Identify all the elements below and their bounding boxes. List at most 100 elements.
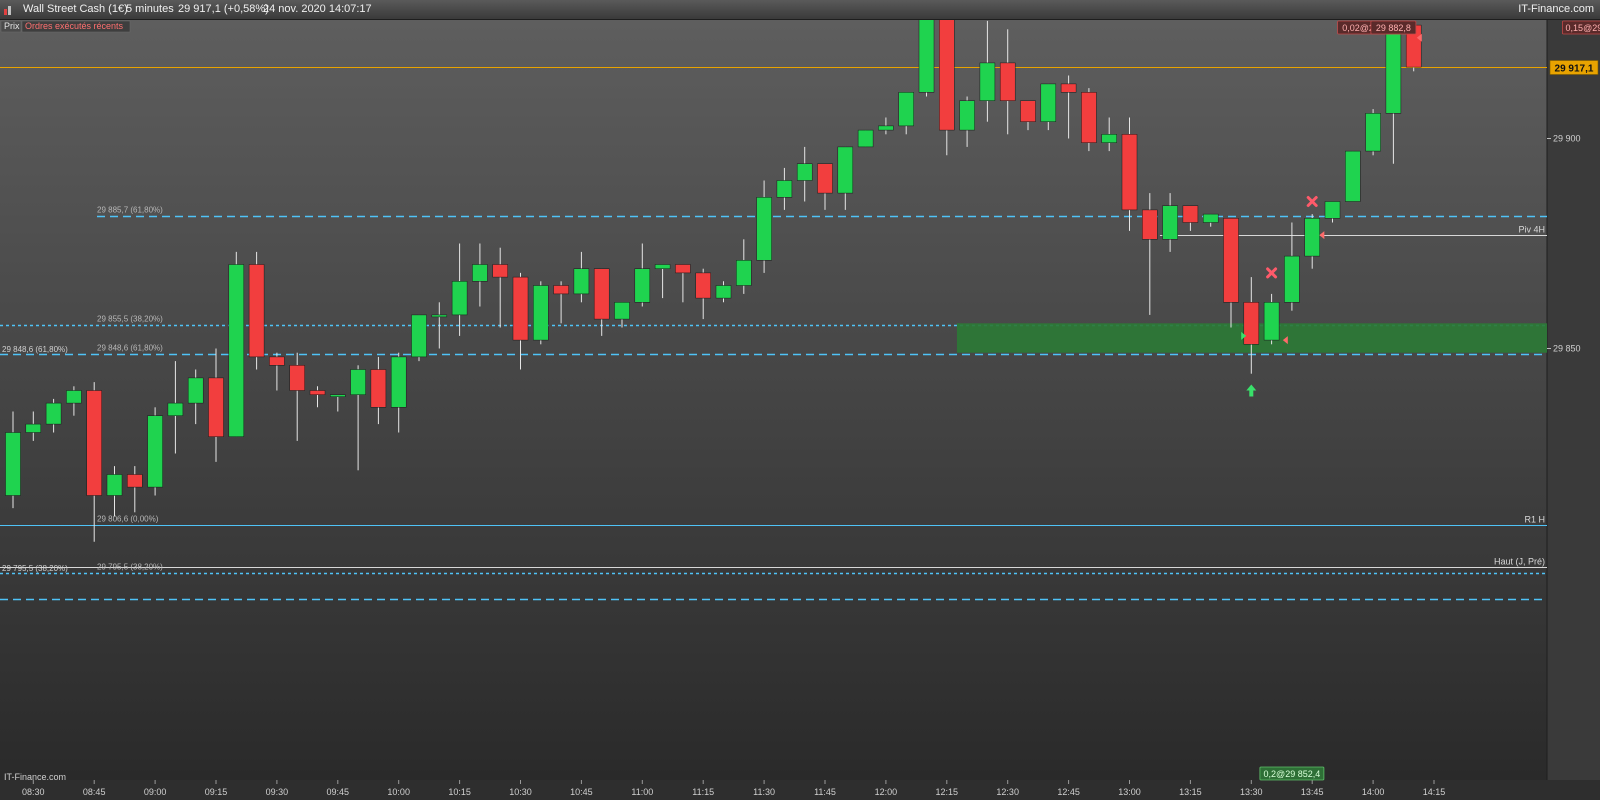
candle-body-43 <box>878 125 894 131</box>
tab-price[interactable]: Prix <box>4 21 20 31</box>
y-tick-label-1: 29 900 <box>1553 134 1581 144</box>
x-tick-label-14: 12:00 <box>875 787 898 797</box>
candle-body-45 <box>918 20 935 93</box>
candle-body-13 <box>269 356 285 366</box>
x-tick-label-20: 13:30 <box>1240 787 1263 797</box>
brand-label: IT-Finance.com <box>1518 3 1594 15</box>
candle-body-6 <box>127 474 143 488</box>
candle-body-52 <box>1060 83 1077 93</box>
candle-body-2 <box>45 402 62 425</box>
candle-body-48 <box>979 62 996 101</box>
candle-body-67 <box>1365 113 1381 152</box>
candle-body-18 <box>370 369 387 408</box>
tab-orders[interactable]: Ordres exécutés récents <box>25 21 124 31</box>
price-chart[interactable]: R1 JR1 HPiv 4HHaut (J, Pré)29 934,6 (100… <box>0 20 1600 800</box>
x-tick-label-11: 11:15 <box>692 787 714 797</box>
x-tick-label-18: 13:00 <box>1118 787 1141 797</box>
candle-body-0 <box>5 432 21 496</box>
fib-edge-label-1: 29 848,6 (61,80%) <box>2 345 68 354</box>
window-titlebar: Wall Street Cash (1€) 5 minutes 29 917,1… <box>0 0 1600 20</box>
current-price-badge-label: 29 917,1 <box>1555 64 1594 75</box>
candle-body-38 <box>776 180 793 198</box>
candle-body-25 <box>512 276 529 341</box>
x-tick-label-7: 10:15 <box>448 787 471 797</box>
candle-body-61 <box>1243 302 1260 345</box>
fib-label-5: 29 885,7 (61,80%) <box>97 206 163 215</box>
candle-body-12 <box>248 264 265 358</box>
x-tick-label-1: 08:45 <box>83 787 106 797</box>
x-tick-label-3: 09:15 <box>205 787 228 797</box>
level-label-1: R1 H <box>1524 515 1545 525</box>
candle-body-49 <box>999 62 1016 101</box>
fib-label-7: 29 848,6 (61,80%) <box>97 344 163 353</box>
x-tick-label-22: 14:00 <box>1362 787 1385 797</box>
order-label-bottom: 0,2@29 852,4 <box>1264 769 1321 779</box>
candle-body-31 <box>634 268 651 303</box>
x-tick-label-21: 13:45 <box>1301 787 1324 797</box>
candle-body-47 <box>959 100 975 131</box>
candle-body-41 <box>837 146 854 194</box>
candle-body-34 <box>695 272 711 299</box>
candle-body-65 <box>1324 201 1341 219</box>
x-tick-label-2: 09:00 <box>144 787 167 797</box>
candle-body-51 <box>1040 83 1057 122</box>
candle-body-54 <box>1101 134 1117 143</box>
candle-body-55 <box>1121 134 1138 211</box>
candle-body-7 <box>147 415 163 488</box>
candle-body-46 <box>939 20 955 131</box>
candle-body-39 <box>796 163 813 181</box>
candle-body-11 <box>228 264 245 437</box>
candle-body-15 <box>309 390 326 395</box>
x-tick-label-5: 09:45 <box>327 787 350 797</box>
candle-body-66 <box>1345 150 1361 202</box>
order-label-top-2: 0,15@29 923,8 <box>1566 23 1600 33</box>
candle-body-32 <box>654 264 671 269</box>
candle-body-28 <box>573 268 590 295</box>
candle-body-50 <box>1020 100 1036 122</box>
fib-label-8: 29 806,6 (0,00%) <box>97 515 159 524</box>
panel-tabs: Prix Ordres exécutés récents <box>0 20 131 33</box>
candle-body-58 <box>1182 205 1199 223</box>
x-axis-background <box>0 780 1600 800</box>
candle-body-17 <box>350 369 366 395</box>
x-tick-label-12: 11:30 <box>753 787 775 797</box>
x-tick-label-10: 11:00 <box>631 787 653 797</box>
candle-body-68 <box>1385 24 1402 114</box>
candle-body-37 <box>756 197 772 261</box>
candle-body-20 <box>411 314 427 358</box>
candle-body-1 <box>25 423 42 433</box>
last-price-label: 29 917,1 (+0,58%) <box>178 3 269 15</box>
candle-body-63 <box>1284 255 1300 303</box>
candle-body-24 <box>492 264 508 278</box>
candle-body-4 <box>86 390 102 496</box>
level-label-2: Piv 4H <box>1518 225 1545 235</box>
candle-body-16 <box>330 394 346 397</box>
x-tick-label-4: 09:30 <box>266 787 289 797</box>
candle-body-57 <box>1162 205 1178 240</box>
candle-body-10 <box>208 377 224 437</box>
y-tick-label-0: 29 850 <box>1553 344 1581 354</box>
candle-body-22 <box>451 281 468 316</box>
candle-body-42 <box>857 129 874 148</box>
candle-body-59 <box>1202 213 1219 223</box>
x-tick-label-23: 14:15 <box>1423 787 1446 797</box>
candle-body-40 <box>817 163 833 194</box>
candle-body-56 <box>1142 209 1158 240</box>
candle-body-26 <box>533 285 549 341</box>
candle-body-36 <box>736 260 752 286</box>
candle-body-9 <box>187 377 204 404</box>
candle-body-62 <box>1263 302 1280 341</box>
datetime-label: 24 nov. 2020 14:07:17 <box>263 3 372 15</box>
candle-body-35 <box>715 285 732 299</box>
symbol-title: Wall Street Cash (1€) <box>23 3 128 15</box>
candle-body-29 <box>593 268 610 320</box>
x-tick-label-19: 13:15 <box>1179 787 1202 797</box>
candle-body-3 <box>66 390 82 404</box>
level-label-3: Haut (J, Pré) <box>1494 557 1545 567</box>
chart-app-icon <box>4 5 13 15</box>
x-tick-label-15: 12:15 <box>936 787 959 797</box>
candle-body-44 <box>898 92 914 127</box>
x-tick-label-17: 12:45 <box>1057 787 1080 797</box>
order-label-top-1: 29 882,8 <box>1376 23 1411 33</box>
timeframe-label[interactable]: 5 minutes <box>126 3 174 15</box>
